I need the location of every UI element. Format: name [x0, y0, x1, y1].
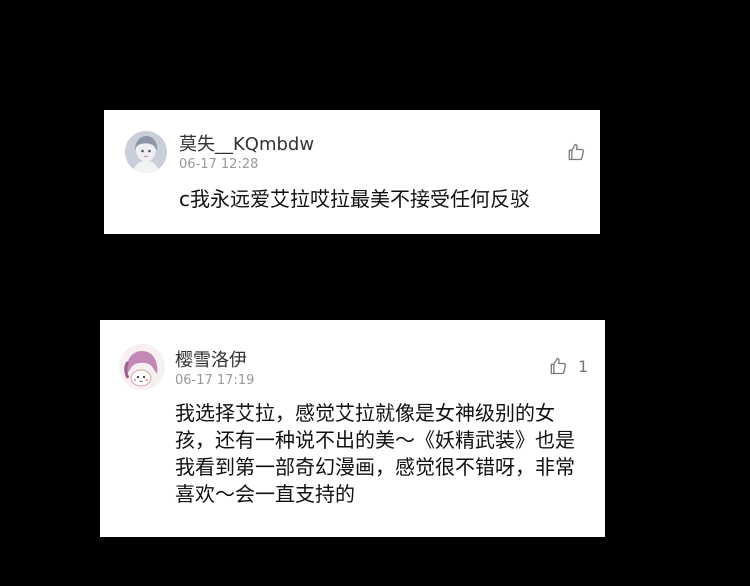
- comment-text: 我选择艾拉，感觉艾拉就像是女神级别的女孩，还有一种说不出的美～《妖精武装》也是我…: [175, 401, 575, 506]
- like-count: 1: [578, 356, 589, 376]
- user-avatar[interactable]: [125, 131, 167, 173]
- like-button[interactable]: [566, 142, 596, 162]
- username[interactable]: 樱雪洛伊: [175, 346, 247, 372]
- user-avatar[interactable]: [119, 344, 165, 390]
- comment-text: c我永远爱艾拉哎拉最美不接受任何反驳: [179, 187, 530, 211]
- comment-card: 莫失__KQmbdw 06-17 12:28 c我永远爱艾拉哎拉最美不接受任何反…: [104, 110, 600, 234]
- thumbs-up-icon: [568, 143, 585, 161]
- like-button[interactable]: 1: [548, 356, 588, 376]
- anime-girl-avatar-icon: [119, 344, 165, 390]
- username[interactable]: 莫失__KQmbdw: [179, 130, 314, 156]
- anime-character-avatar-icon: [125, 131, 167, 173]
- comment-timestamp: 06-17 12:28: [179, 157, 259, 172]
- comment-timestamp: 06-17 17:19: [175, 373, 255, 388]
- comment-card: 樱雪洛伊 06-17 17:19 我选择艾拉，感觉艾拉就像是女神级别的女孩，还有…: [100, 320, 605, 537]
- thumbs-up-icon: [550, 357, 567, 375]
